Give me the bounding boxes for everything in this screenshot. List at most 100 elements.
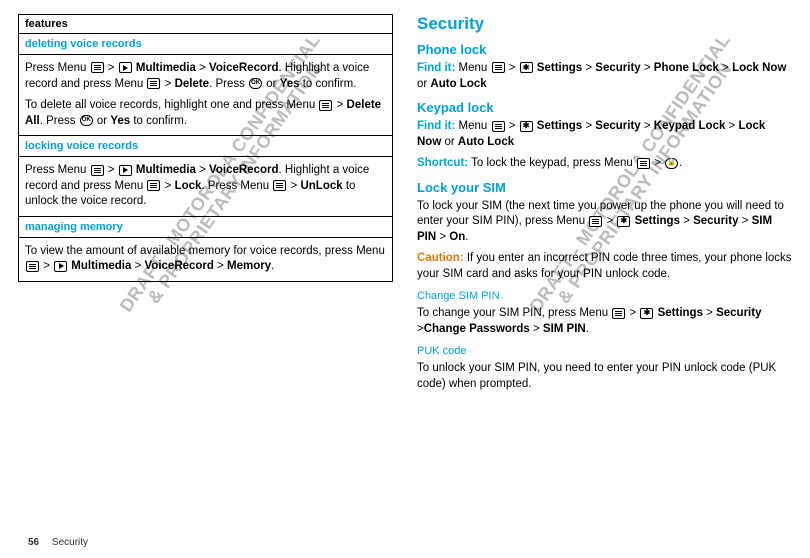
text: >	[506, 62, 519, 74]
text: >	[506, 120, 519, 132]
text: Auto Lock	[430, 78, 486, 90]
find-it-label: Find it:	[417, 120, 455, 132]
text: or	[441, 136, 458, 148]
keypad-lock-heading: Keypad lock	[417, 100, 792, 115]
text: or	[263, 78, 280, 90]
text: To change your SIM PIN, press Menu	[417, 307, 611, 319]
locking-records-body: Press Menu > Multimedia > VoiceRecord. H…	[19, 157, 392, 216]
lock-sim-heading: Lock your SIM	[417, 180, 792, 195]
text: .	[679, 157, 682, 169]
text: Keypad Lock	[654, 120, 726, 132]
page: features deleting voice records Press Me…	[0, 0, 810, 398]
text: >	[738, 215, 751, 227]
text: . Press Menu	[201, 180, 272, 192]
lock-sim-line: To lock your SIM (the next time you powe…	[417, 199, 792, 246]
text: >	[680, 215, 693, 227]
text: >	[196, 164, 209, 176]
text: Settings	[534, 120, 583, 132]
text: If you enter an incorrect PIN code three…	[417, 252, 792, 280]
play-icon	[119, 165, 132, 176]
managing-memory-heading: managing memory	[19, 216, 392, 238]
text: To view the amount of available memory f…	[25, 245, 385, 257]
text: Multimedia	[68, 260, 131, 272]
text: VoiceRecord	[209, 164, 278, 176]
ok-icon: OK	[80, 115, 93, 126]
text: Menu	[455, 62, 490, 74]
text: >	[582, 62, 595, 74]
text: or	[417, 78, 430, 90]
text: SIM PIN	[543, 323, 586, 335]
text: to confirm.	[130, 115, 187, 127]
deleting-records-body: Press Menu > Multimedia > VoiceRecord. H…	[19, 55, 392, 135]
text: Yes	[280, 78, 300, 90]
text: >	[161, 78, 174, 90]
text: >	[333, 99, 346, 111]
text: VoiceRecord	[144, 260, 213, 272]
text: >	[417, 323, 424, 335]
menu-icon	[91, 165, 104, 176]
text: to confirm.	[300, 78, 357, 90]
text: >	[105, 164, 118, 176]
text: Security	[716, 307, 761, 319]
menu-icon	[91, 62, 104, 73]
text: >	[105, 62, 118, 74]
menu-icon	[319, 100, 332, 111]
text: >	[725, 120, 738, 132]
text: Lock	[175, 180, 202, 192]
puk-line: To unlock your SIM PIN, you need to ente…	[417, 361, 792, 392]
features-header: features	[19, 15, 392, 34]
text: Memory	[227, 260, 271, 272]
phone-lock-heading: Phone lock	[417, 42, 792, 57]
text: Phone Lock	[654, 62, 719, 74]
text: . Press	[40, 115, 79, 127]
text: >	[196, 62, 209, 74]
caution-label: Caution:	[417, 252, 464, 264]
menu-icon	[147, 180, 160, 191]
text: >	[40, 260, 53, 272]
menu-icon	[612, 308, 625, 319]
text: >	[214, 260, 227, 272]
text: >	[603, 215, 616, 227]
menu-icon	[492, 121, 505, 132]
keypad-lock-line: Find it: Menu > Settings > Security > Ke…	[417, 119, 792, 150]
text: VoiceRecord	[209, 62, 278, 74]
text: Delete	[175, 78, 210, 90]
text: Menu	[455, 120, 490, 132]
text: .	[465, 231, 468, 243]
ok-icon: OK	[249, 78, 262, 89]
text: >	[436, 231, 449, 243]
text: >	[161, 180, 174, 192]
text: Settings	[631, 215, 680, 227]
phone-lock-line: Find it: Menu > Settings > Security > Ph…	[417, 61, 792, 92]
text: >	[719, 62, 732, 74]
text: or	[94, 115, 111, 127]
text: Settings	[534, 62, 583, 74]
security-heading: Security	[417, 14, 792, 34]
text: Auto Lock	[458, 136, 514, 148]
features-table: features deleting voice records Press Me…	[18, 14, 393, 282]
text: >	[131, 260, 144, 272]
gear-icon	[617, 216, 630, 227]
change-pin-line: To change your SIM PIN, press Menu > Set…	[417, 306, 792, 337]
deleting-records-heading: deleting voice records	[19, 34, 392, 55]
text: . Press	[209, 78, 248, 90]
text: >	[641, 62, 654, 74]
menu-icon	[589, 216, 602, 227]
text: .	[586, 323, 589, 335]
text: To lock the keypad, press Menu	[468, 157, 636, 169]
text: >	[287, 180, 300, 192]
page-number: 56	[28, 537, 39, 548]
play-icon	[119, 62, 132, 73]
right-column: Security Phone lock Find it: Menu > Sett…	[405, 14, 792, 398]
text: >	[703, 307, 716, 319]
footer: 56 Security	[28, 537, 88, 548]
left-column: features deleting voice records Press Me…	[18, 14, 405, 398]
text: Settings	[654, 307, 703, 319]
play-icon	[54, 261, 67, 272]
text: Yes	[110, 115, 130, 127]
keypad-shortcut-line: Shortcut: To lock the keypad, press Menu…	[417, 156, 792, 172]
footer-section: Security	[52, 537, 88, 548]
managing-memory-body: To view the amount of available memory f…	[19, 238, 392, 281]
text: Lock Now	[732, 62, 786, 74]
menu-icon	[273, 180, 286, 191]
